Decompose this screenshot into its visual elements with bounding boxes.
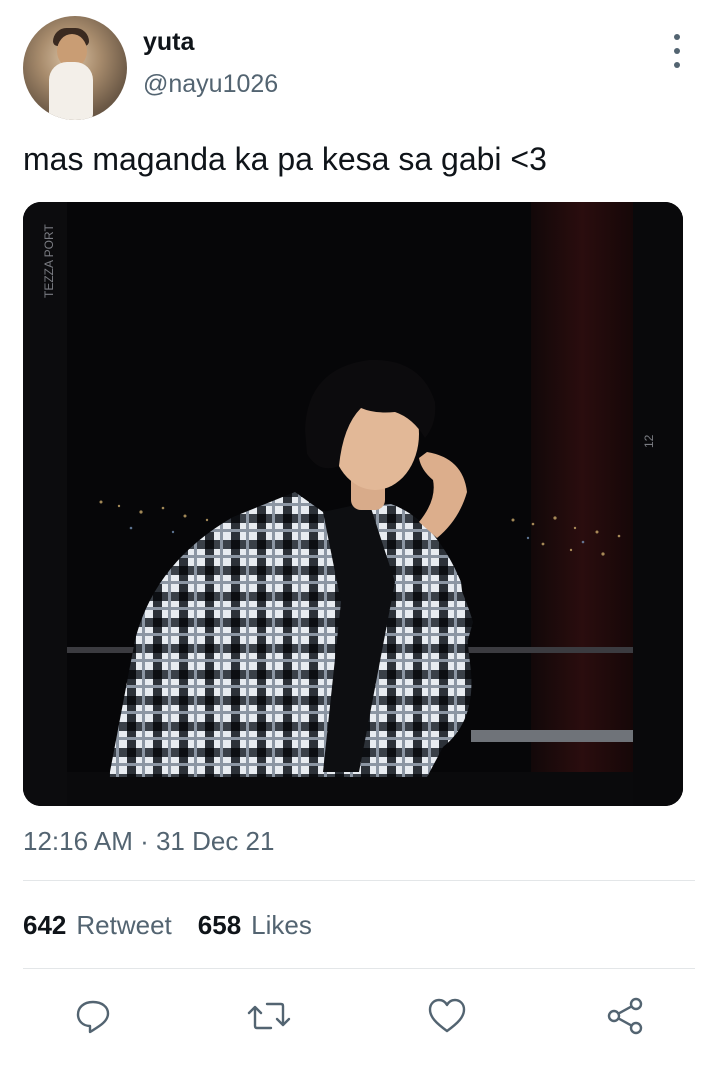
tweet-actions: [0, 992, 719, 1044]
film-edge-brand: TEZZA PORT: [42, 224, 56, 298]
reply-icon: [76, 1000, 110, 1034]
reply-button[interactable]: [69, 992, 117, 1040]
share-icon: [607, 997, 643, 1035]
user-handle[interactable]: @nayu1026: [143, 70, 278, 99]
retweet-button[interactable]: [245, 992, 293, 1040]
tweet-stats: 642 Retweet 658 Likes: [23, 910, 312, 941]
divider: [23, 968, 695, 969]
more-vertical-icon[interactable]: [664, 34, 690, 68]
like-button[interactable]: [423, 992, 471, 1040]
tweet-timestamp[interactable]: 12:16 AM · 31 Dec 21: [23, 826, 274, 857]
retweet-label[interactable]: Retweet: [76, 910, 171, 941]
share-button[interactable]: [601, 992, 649, 1040]
retweet-icon: [247, 1002, 291, 1030]
display-name[interactable]: yuta: [143, 28, 194, 57]
tweet-text: mas maganda ka pa kesa sa gabi <3: [23, 141, 547, 177]
retweet-count[interactable]: 642: [23, 910, 66, 941]
tweet: yuta @nayu1026 mas maganda ka pa kesa sa…: [0, 0, 719, 1067]
divider: [23, 880, 695, 881]
film-edge-number: 12: [642, 434, 656, 448]
avatar[interactable]: [23, 16, 127, 120]
avatar-shirt: [49, 62, 93, 120]
likes-label[interactable]: Likes: [251, 910, 312, 941]
heart-icon: [428, 998, 466, 1033]
tweet-media-photo[interactable]: TEZZA PORT 12: [23, 202, 683, 806]
likes-count[interactable]: 658: [198, 910, 241, 941]
